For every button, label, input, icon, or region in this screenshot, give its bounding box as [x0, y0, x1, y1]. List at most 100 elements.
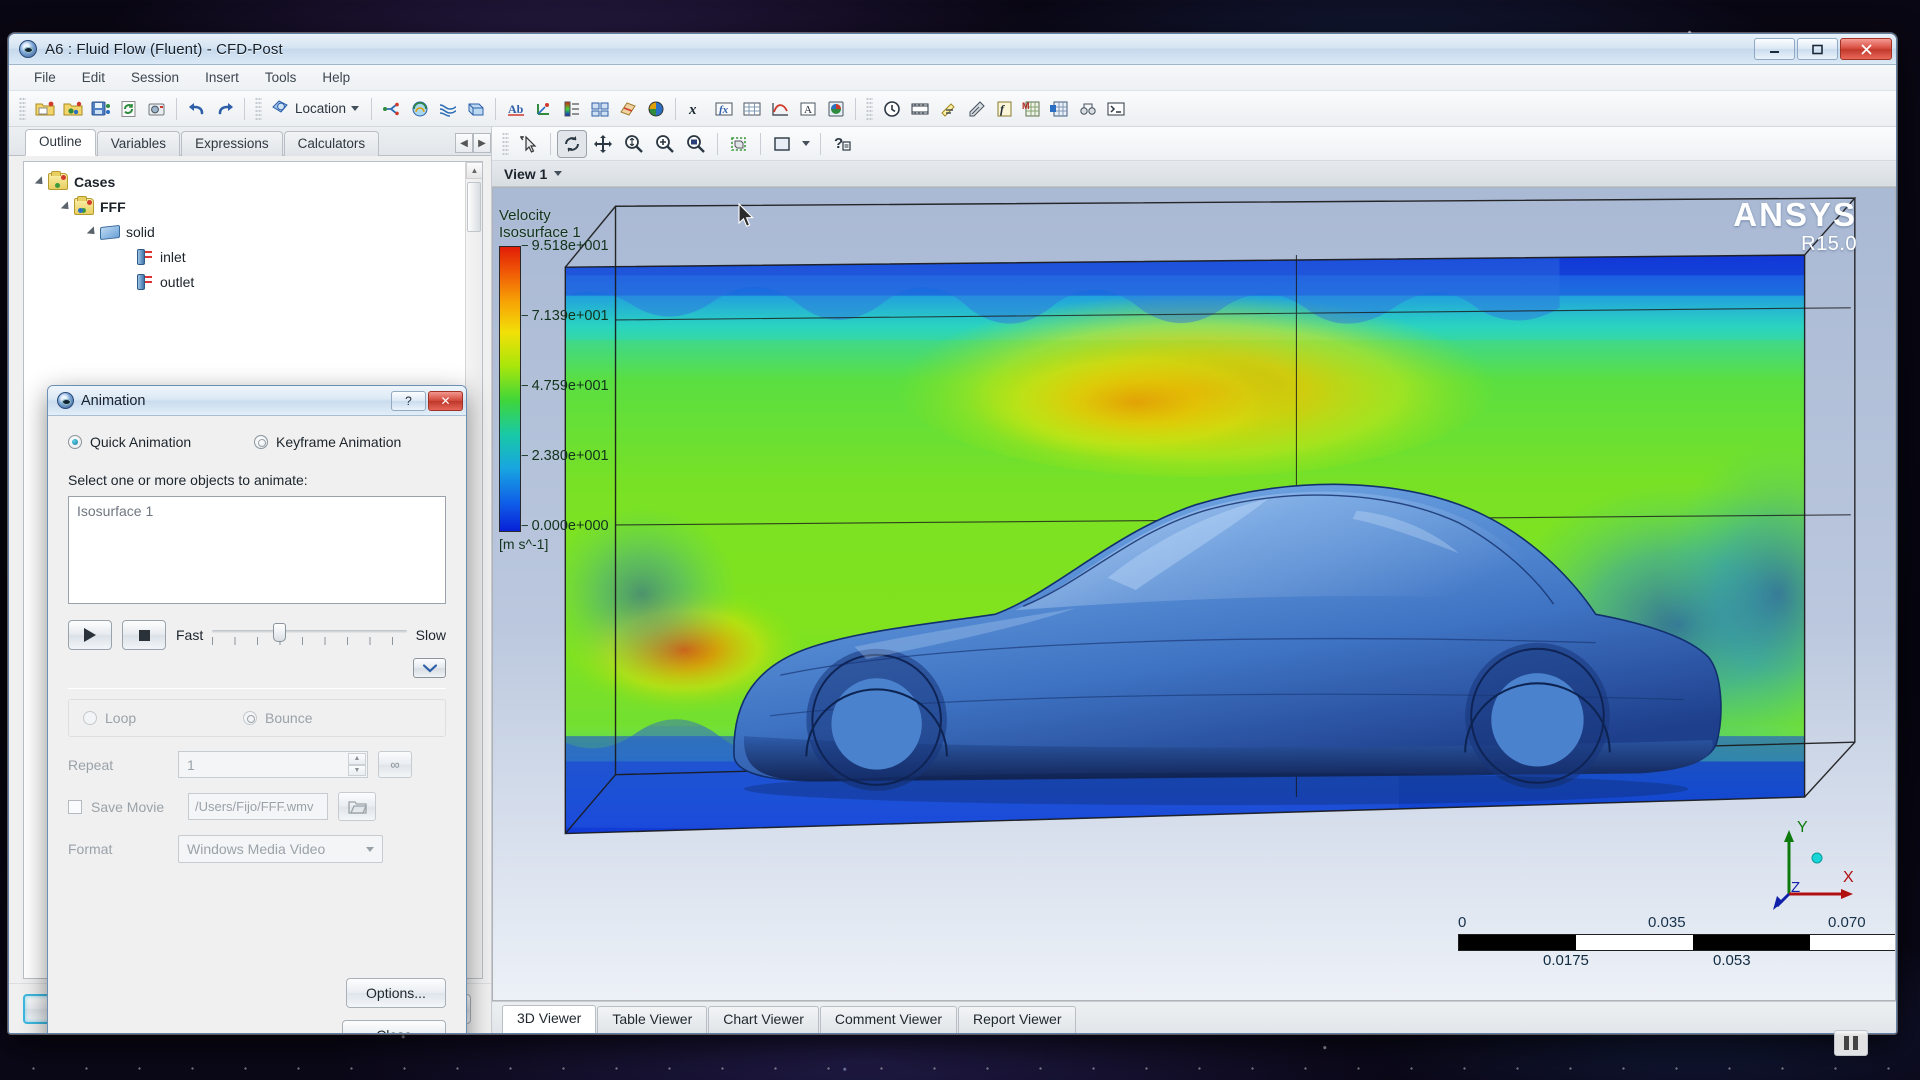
tab-variables[interactable]: Variables: [96, 130, 181, 156]
toolbar-grip[interactable]: [502, 131, 509, 156]
save-state-icon[interactable]: [87, 95, 114, 122]
rotate-icon[interactable]: [557, 129, 587, 158]
tab-expressions[interactable]: Expressions: [181, 130, 283, 156]
legend-icon[interactable]: [558, 95, 585, 122]
animation-objects-list[interactable]: Isosurface 1: [68, 496, 446, 604]
text-annotation-icon[interactable]: A: [794, 95, 821, 122]
turbo-icon[interactable]: [1046, 95, 1073, 122]
contour-icon[interactable]: [406, 95, 433, 122]
macro-icon[interactable]: [934, 95, 961, 122]
zoom-box-icon[interactable]: [619, 130, 649, 158]
expand-options-button[interactable]: [413, 658, 446, 678]
menu-help[interactable]: Help: [311, 67, 361, 88]
stop-button[interactable]: [122, 620, 166, 650]
stepper-up-button[interactable]: ▲: [348, 753, 366, 765]
open-case-icon[interactable]: [31, 95, 58, 122]
tab-calculators[interactable]: Calculators: [283, 130, 380, 156]
tab-scroll-right-button[interactable]: ▶: [473, 133, 491, 153]
slider-thumb[interactable]: [272, 623, 286, 642]
tree-item-cases[interactable]: Cases: [32, 169, 482, 194]
repeat-forever-button[interactable]: ∞: [378, 751, 412, 778]
toolbar-grip[interactable]: [866, 96, 874, 121]
undo-icon[interactable]: [183, 95, 210, 122]
location-dropdown[interactable]: Location: [267, 96, 365, 121]
snapshot-icon[interactable]: [143, 95, 170, 122]
tab-comment-viewer[interactable]: Comment Viewer: [819, 1005, 958, 1033]
view-selector[interactable]: View 1: [492, 161, 1896, 187]
chevron-down-icon[interactable]: [798, 130, 814, 158]
mesh-icon[interactable]: M: [1018, 95, 1045, 122]
expression-icon[interactable]: x: [682, 95, 709, 122]
redo-icon[interactable]: [211, 95, 238, 122]
instancing-icon[interactable]: [586, 95, 613, 122]
particle-track-icon[interactable]: [462, 95, 489, 122]
options-button[interactable]: Options...: [346, 978, 446, 1008]
tab-report-viewer[interactable]: Report Viewer: [958, 1005, 1077, 1033]
movie-path-input[interactable]: /Users/Fijo/FFF.wmv: [188, 793, 328, 820]
text-icon[interactable]: Ab: [502, 95, 529, 122]
synchronize-icon[interactable]: [1074, 95, 1101, 122]
probe-icon[interactable]: [962, 95, 989, 122]
menu-edit[interactable]: Edit: [71, 67, 116, 88]
refresh-icon[interactable]: [115, 95, 142, 122]
outline-scrollbar[interactable]: ▲: [465, 162, 482, 978]
menu-tools[interactable]: Tools: [254, 67, 308, 88]
3d-viewport[interactable]: Velocity Isosurface 1 9.518e+001 7.139e+…: [492, 187, 1896, 1001]
dialog-close-button[interactable]: ✕: [428, 390, 463, 411]
menu-insert[interactable]: Insert: [194, 67, 250, 88]
timestep-icon[interactable]: [878, 95, 905, 122]
tree-item-inlet[interactable]: inlet: [32, 244, 482, 269]
help-pointer-icon[interactable]: ?: [827, 130, 857, 158]
background-color-icon[interactable]: [767, 130, 797, 158]
tab-chart-viewer[interactable]: Chart Viewer: [708, 1005, 819, 1033]
table-icon[interactable]: [738, 95, 765, 122]
select-pointer-icon[interactable]: [514, 130, 544, 158]
expander-icon[interactable]: [58, 200, 73, 214]
maximize-button[interactable]: [1797, 38, 1838, 60]
coordinate-frame-icon[interactable]: [530, 95, 557, 122]
speed-slider[interactable]: [212, 622, 407, 648]
browse-button[interactable]: [338, 792, 376, 821]
list-item[interactable]: Isosurface 1: [77, 503, 437, 519]
minimize-button[interactable]: [1754, 38, 1795, 60]
clip-plane-icon[interactable]: [614, 95, 641, 122]
play-button[interactable]: [68, 620, 112, 650]
expander-icon[interactable]: [84, 225, 99, 239]
recorder-pause-button[interactable]: [1834, 1030, 1868, 1056]
toolbar-grip[interactable]: [19, 96, 26, 121]
animation-icon[interactable]: [906, 95, 933, 122]
save-movie-checkbox[interactable]: [68, 799, 82, 814]
scroll-up-button[interactable]: ▲: [466, 162, 482, 179]
load-results-icon[interactable]: [59, 95, 86, 122]
zoom-in-icon[interactable]: [650, 130, 680, 158]
tree-item-outlet[interactable]: outlet: [32, 269, 482, 294]
tab-table-viewer[interactable]: Table Viewer: [597, 1005, 708, 1033]
bounce-radio[interactable]: Bounce: [243, 710, 312, 726]
tab-scroll-left-button[interactable]: ◀: [455, 133, 473, 153]
function-calculator-icon[interactable]: fx: [710, 95, 737, 122]
fit-view-icon[interactable]: [681, 130, 711, 158]
color-map-icon[interactable]: [642, 95, 669, 122]
keyframe-animation-radio[interactable]: Keyframe Animation: [254, 434, 401, 450]
tab-3d-viewer[interactable]: 3D Viewer: [502, 1004, 597, 1033]
report-icon[interactable]: [822, 95, 849, 122]
menu-session[interactable]: Session: [120, 67, 190, 88]
expander-icon[interactable]: [32, 175, 47, 189]
close-dialog-button[interactable]: Close: [342, 1020, 446, 1033]
tree-item-solid[interactable]: solid: [32, 219, 482, 244]
command-editor-icon[interactable]: [1102, 95, 1129, 122]
tab-outline[interactable]: Outline: [25, 128, 96, 156]
streamline-icon[interactable]: [434, 95, 461, 122]
pan-icon[interactable]: [588, 130, 618, 158]
scrollbar-thumb[interactable]: [467, 182, 481, 232]
stepper-down-button[interactable]: ▼: [348, 764, 366, 776]
toggle-visibility-icon[interactable]: [724, 130, 754, 158]
close-button[interactable]: [1840, 38, 1892, 60]
toolbar-grip[interactable]: [255, 96, 262, 121]
quick-animation-radio[interactable]: Quick Animation: [68, 434, 254, 450]
vector-icon[interactable]: [378, 95, 405, 122]
tree-item-fff[interactable]: FFF: [32, 194, 482, 219]
help-button[interactable]: ?: [391, 390, 426, 411]
format-select[interactable]: Windows Media Video: [178, 835, 383, 863]
variable-icon[interactable]: f: [990, 95, 1017, 122]
